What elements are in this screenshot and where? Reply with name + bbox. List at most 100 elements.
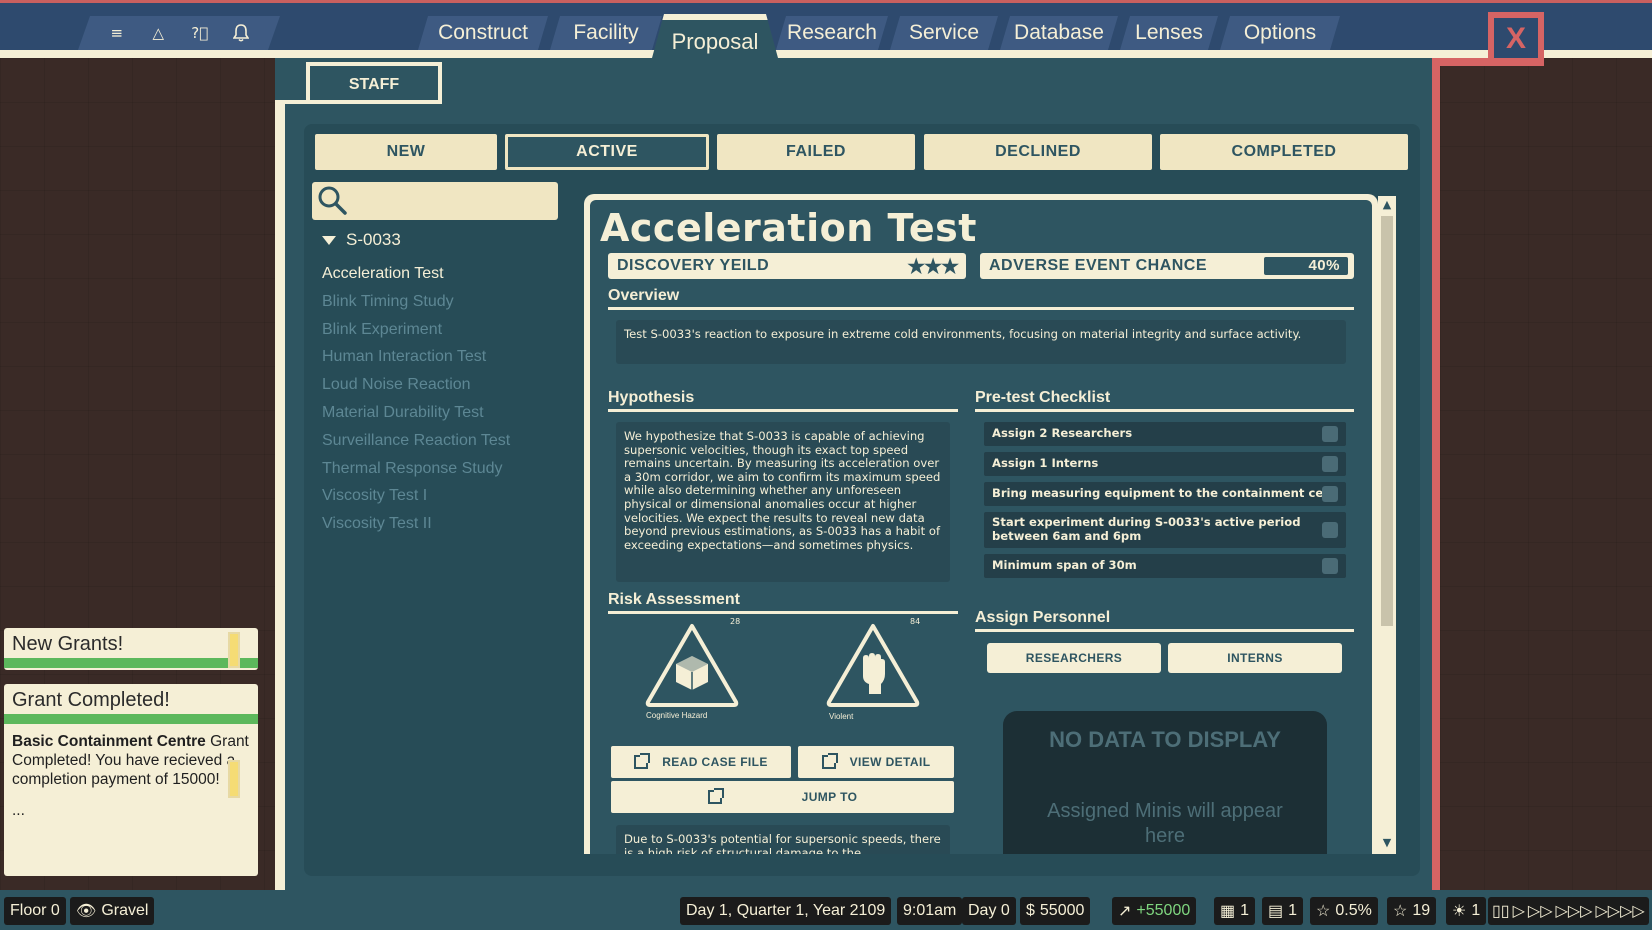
list-item[interactable]: Material Durability Test — [322, 399, 562, 427]
day-counter: Day 0 — [962, 897, 1016, 925]
filter-new-button[interactable]: NEW — [315, 134, 497, 170]
checklist-item-label: Bring measuring equipment to the contain… — [992, 486, 1332, 501]
scroll-up-icon[interactable]: ▲ — [1380, 198, 1394, 212]
filter-active-button[interactable]: ACTIVE — [505, 134, 709, 170]
risk-description-text: Due to S-0033's potential for supersonic… — [616, 825, 950, 854]
fast-forward-icon[interactable]: ▷▷ — [1528, 901, 1553, 921]
fist-icon[interactable] — [825, 622, 921, 708]
entity-group-label: S-0033 — [346, 230, 401, 249]
list-item[interactable]: Loud Noise Reaction — [322, 371, 562, 399]
adverse-event-bar: ADVERSE EVENT CHANCE 40% — [980, 253, 1354, 279]
speed-controls: ▯▯ ▷ ▷▷ ▷▷▷ ▷▷▷▷ — [1488, 897, 1649, 925]
bell-icon[interactable] — [228, 20, 254, 46]
tab-facility[interactable]: Facility — [550, 16, 662, 50]
money-display: $55000 — [1020, 897, 1091, 925]
tab-options[interactable]: Options — [1220, 16, 1340, 50]
schedule-counter[interactable]: ▤ 1 — [1262, 897, 1304, 925]
faster-icon[interactable]: ▷▷▷ — [1556, 901, 1593, 921]
list-item[interactable]: Human Interaction Test — [322, 343, 562, 371]
checklist-item[interactable]: Start experiment during S-0033's active … — [984, 512, 1346, 548]
fastest-icon[interactable]: ▷▷▷▷ — [1595, 901, 1644, 921]
filter-completed-button[interactable]: COMPLETED — [1160, 134, 1408, 170]
tab-research[interactable]: Research — [776, 16, 888, 50]
tab-lenses[interactable]: Lenses — [1120, 16, 1218, 50]
panel-edge-accent-top — [1432, 58, 1544, 66]
pause-icon[interactable]: ▯▯ — [1492, 901, 1510, 921]
income-display: ↗ +55000 — [1112, 897, 1197, 925]
read-case-file-label: READ CASE FILE — [662, 755, 768, 769]
checkbox[interactable] — [1322, 456, 1338, 472]
warning-icon[interactable]: △ — [145, 20, 171, 46]
checklist-item[interactable]: Bring measuring equipment to the contain… — [984, 482, 1346, 506]
discovery-yield-label: DISCOVERY YEILD — [617, 257, 770, 274]
checkbox[interactable] — [1322, 558, 1338, 574]
bug-counter[interactable]: ☀ 1 — [1446, 897, 1487, 925]
filter-declined-button[interactable]: DECLINED — [924, 134, 1152, 170]
trend-up-icon: ↗ — [1118, 903, 1132, 920]
bug-icon: ☀ — [1452, 903, 1467, 920]
list-item[interactable]: Blink Timing Study — [322, 288, 562, 316]
rating-display: ☆ 0.5% — [1310, 897, 1378, 925]
help-icon[interactable]: ?⃝ — [187, 20, 213, 46]
scrollbar-thumb[interactable] — [1381, 216, 1393, 626]
terrain-indicator[interactable]: 👁 Gravel — [70, 897, 155, 925]
adverse-event-value: 40% — [1264, 257, 1348, 275]
tab-proposal[interactable]: Proposal — [652, 14, 778, 58]
hypothesis-heading: Hypothesis — [608, 389, 958, 412]
scroll-down-icon[interactable]: ▼ — [1380, 836, 1394, 850]
chevron-down-icon — [322, 235, 336, 245]
checklist-item-label: Minimum span of 30m — [992, 558, 1137, 573]
exclamation-icon — [228, 760, 240, 798]
list-item[interactable]: Blink Experiment — [322, 316, 562, 344]
checklist-item[interactable]: Assign 1 Interns — [984, 452, 1346, 476]
notification-grant-completed[interactable]: Grant Completed! Basic Containment Centr… — [4, 684, 258, 876]
proposal-title: Acceleration Test — [600, 206, 977, 250]
filter-failed-button[interactable]: FAILED — [717, 134, 915, 170]
notification-new-grants[interactable]: New Grants! — [4, 628, 258, 670]
list-item[interactable]: Surveillance Reaction Test — [322, 427, 562, 455]
list-item[interactable]: Acceleration Test — [322, 260, 562, 288]
list-item[interactable]: Viscosity Test II — [322, 510, 562, 538]
notification-title: Grant Completed! — [12, 689, 170, 711]
checkbox[interactable] — [1322, 522, 1338, 538]
overview-heading: Overview — [608, 287, 1354, 310]
view-detail-label: VIEW DETAIL — [849, 755, 931, 769]
quick-icons: ≡ △ ?⃝ — [78, 16, 280, 50]
floor-indicator[interactable]: Floor 0 — [4, 897, 66, 925]
list-item[interactable]: Viscosity Test I — [322, 482, 562, 510]
entity-group-header[interactable]: S-0033 — [322, 228, 401, 252]
empty-state-title: NO DATA TO DISPLAY — [1049, 727, 1281, 752]
notification-progress — [4, 714, 258, 724]
read-case-file-button[interactable]: READ CASE FILE — [611, 746, 791, 778]
list-item[interactable]: Thermal Response Study — [322, 455, 562, 483]
jump-to-button[interactable]: JUMP TO — [611, 781, 954, 813]
schedule-icon: ▤ — [1268, 903, 1284, 920]
checkbox[interactable] — [1322, 426, 1338, 442]
checkbox[interactable] — [1322, 486, 1338, 502]
calendar-icon: ▦ — [1220, 903, 1236, 920]
staff-tab[interactable]: STAFF — [306, 62, 442, 104]
tab-construct[interactable]: Construct — [418, 16, 548, 50]
risk-heading: Risk Assessment — [608, 591, 958, 614]
world-background-right — [1440, 58, 1652, 890]
checklist-item[interactable]: Assign 2 Researchers — [984, 422, 1346, 446]
view-detail-button[interactable]: VIEW DETAIL — [798, 746, 954, 778]
risk-value: 84 — [910, 617, 921, 626]
risk-value: 28 — [730, 617, 741, 626]
notification-body: Basic Containment Centre Grant Completed… — [12, 733, 249, 819]
star-rating-icon: ★★★ — [907, 256, 959, 278]
checklist-item[interactable]: Minimum span of 30m — [984, 554, 1346, 578]
assign-researchers-button[interactable]: RESEARCHERS — [987, 643, 1161, 673]
jump-to-label: JUMP TO — [801, 790, 858, 804]
assign-interns-button[interactable]: INTERNS — [1168, 643, 1342, 673]
tab-database[interactable]: Database — [1000, 16, 1118, 50]
menu-icon[interactable]: ≡ — [104, 20, 130, 46]
star-icon: ☆ — [1393, 903, 1408, 920]
risk-label: Violent — [829, 712, 854, 721]
play-icon[interactable]: ▷ — [1513, 901, 1525, 921]
tab-service[interactable]: Service — [890, 16, 998, 50]
calendar-counter[interactable]: ▦ 1 — [1214, 897, 1256, 925]
star-outline-icon: ☆ — [1316, 903, 1331, 920]
cube-hazard-icon[interactable] — [644, 622, 740, 708]
risk-label: Cognitive Hazard — [646, 711, 708, 720]
